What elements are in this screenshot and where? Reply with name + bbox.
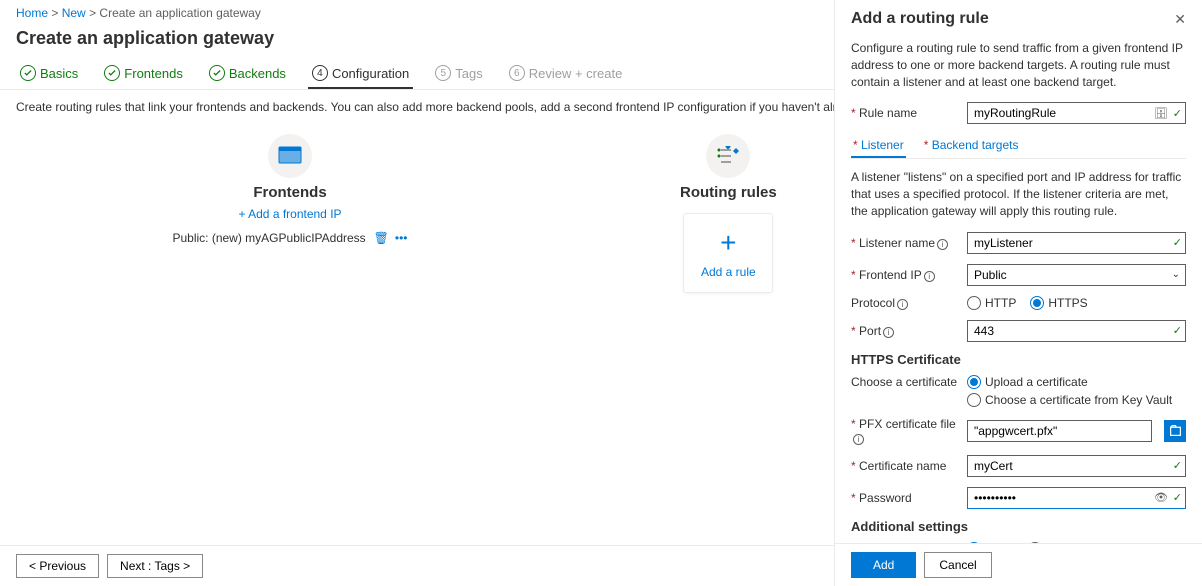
port-label: Porti	[851, 324, 959, 338]
info-icon[interactable]: i	[897, 299, 908, 310]
panel-subtabs: * Listener * Backend targets	[851, 134, 1186, 159]
protocol-https-radio[interactable]: HTTPS	[1030, 296, 1087, 310]
info-icon[interactable]: i	[937, 239, 948, 250]
next-button[interactable]: Next : Tags >	[107, 554, 203, 578]
breadcrumb-current: Create an application gateway	[99, 6, 260, 20]
frontend-ip-select[interactable]	[967, 264, 1186, 286]
certificate-name-input[interactable]	[967, 455, 1186, 477]
add-button[interactable]: Add	[851, 552, 916, 578]
check-icon: ✓	[1173, 324, 1182, 337]
add-frontend-ip-link[interactable]: + Add a frontend IP	[238, 207, 341, 221]
protocol-http-radio[interactable]: HTTP	[967, 296, 1016, 310]
tab-backends[interactable]: Backends	[205, 59, 290, 89]
additional-settings-header: Additional settings	[851, 519, 1186, 534]
check-icon: ✓	[1173, 491, 1182, 504]
panel-footer: Add Cancel	[835, 543, 1202, 586]
listener-name-label: Listener namei	[851, 236, 959, 250]
routing-rules-icon	[706, 134, 750, 178]
rule-name-label: Rule name	[851, 106, 959, 120]
subtab-listener[interactable]: * Listener	[851, 134, 906, 158]
wizard-footer: < Previous Next : Tags >	[0, 545, 834, 586]
pfx-file-input[interactable]	[967, 420, 1152, 442]
tab-frontends[interactable]: Frontends	[100, 59, 187, 89]
port-input[interactable]	[967, 320, 1186, 342]
protocol-label: Protocoli	[851, 296, 959, 310]
info-icon[interactable]: i	[883, 327, 894, 338]
add-rule-card[interactable]: + Add a rule	[683, 213, 773, 293]
listener-help-text: A listener "listens" on a specified port…	[851, 169, 1186, 219]
close-icon[interactable]: ✕	[1174, 11, 1186, 28]
tab-basics[interactable]: Basics	[16, 59, 82, 89]
frontend-item-label: Public: (new) myAGPublicIPAddress	[172, 231, 365, 245]
frontends-column: Frontends + Add a frontend IP Public: (n…	[160, 134, 420, 293]
routing-rules-column: Routing rules + Add a rule	[680, 134, 777, 293]
breadcrumb-home[interactable]: Home	[16, 6, 48, 20]
tab-review[interactable]: 6 Review + create	[505, 59, 627, 89]
choose-certificate-label: Choose a certificate	[851, 375, 959, 389]
panel-help-text: Configure a routing rule to send traffic…	[851, 40, 1186, 90]
frontend-item: Public: (new) myAGPublicIPAddress 🗑 •••	[160, 227, 420, 249]
info-icon[interactable]: i	[924, 271, 935, 282]
password-label: Password	[851, 491, 959, 505]
pfx-file-label: PFX certificate filei	[851, 417, 959, 445]
subtab-backend-targets[interactable]: * Backend targets	[922, 134, 1021, 158]
frontends-icon	[268, 134, 312, 178]
server-icon: 🗄	[1154, 107, 1168, 120]
previous-button[interactable]: < Previous	[16, 554, 99, 578]
check-icon: ✓	[1173, 107, 1182, 120]
frontends-title: Frontends	[253, 184, 326, 201]
cancel-button[interactable]: Cancel	[924, 552, 991, 578]
routing-rules-title: Routing rules	[680, 184, 777, 201]
more-icon[interactable]: •••	[395, 231, 408, 245]
upload-certificate-radio[interactable]: Upload a certificate	[967, 375, 1172, 389]
browse-file-button[interactable]	[1164, 420, 1186, 442]
plus-icon: +	[720, 227, 736, 259]
add-rule-link[interactable]: Add a rule	[701, 265, 756, 279]
breadcrumb-new[interactable]: New	[62, 6, 86, 20]
frontend-ip-label: Frontend IPi	[851, 268, 959, 282]
tab-configuration[interactable]: 4 Configuration	[308, 59, 413, 89]
certificate-name-label: Certificate name	[851, 459, 959, 473]
info-icon[interactable]: i	[853, 434, 864, 445]
check-icon: ✓	[1173, 236, 1182, 249]
check-icon: ✓	[1173, 459, 1182, 472]
https-certificate-header: HTTPS Certificate	[851, 352, 1186, 367]
listener-name-input[interactable]	[967, 232, 1186, 254]
add-routing-rule-panel: Add a routing rule ✕ Configure a routing…	[834, 0, 1202, 586]
eye-icon[interactable]: 👁	[1154, 491, 1168, 504]
delete-icon[interactable]: 🗑	[374, 231, 389, 245]
keyvault-certificate-radio[interactable]: Choose a certificate from Key Vault	[967, 393, 1172, 407]
panel-title: Add a routing rule	[851, 10, 989, 28]
tab-tags[interactable]: 5 Tags	[431, 59, 486, 89]
